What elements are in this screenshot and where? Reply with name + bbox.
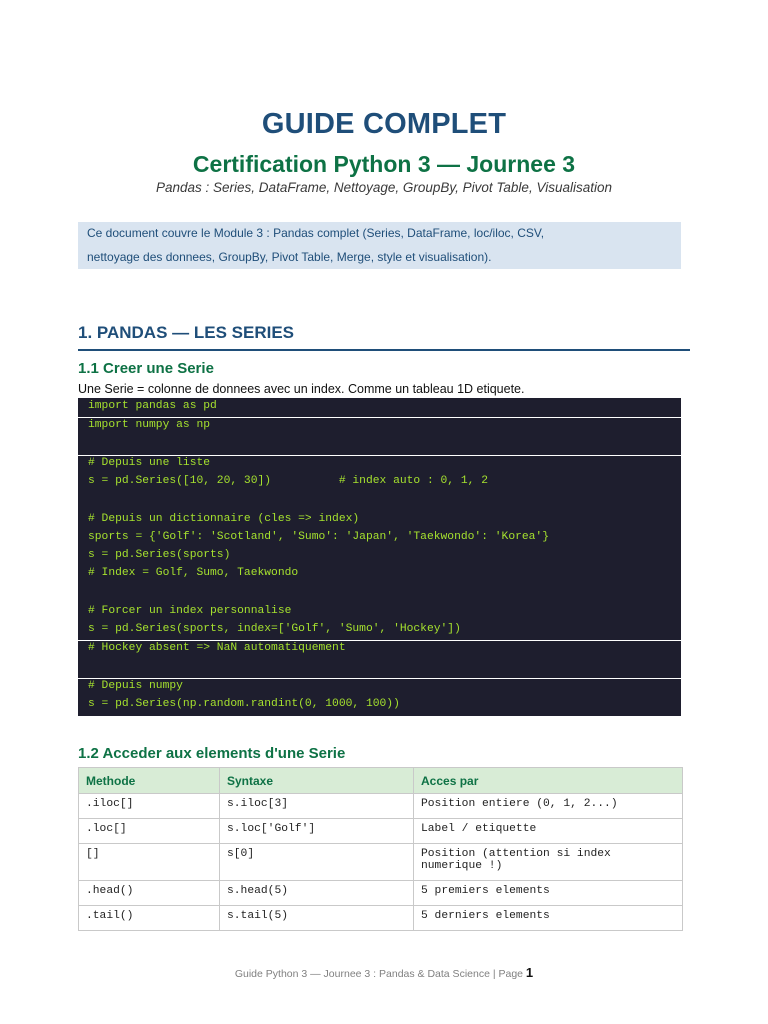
table-header-cell: Methode — [78, 767, 220, 794]
table-header-row: Methode Syntaxe Acces par — [78, 767, 683, 794]
table-row: .tail() s.tail(5) 5 derniers elements — [78, 905, 683, 931]
table-row: .loc[] s.loc['Golf'] Label / etiquette — [78, 818, 683, 844]
code-line: s = pd.Series(sports) — [88, 549, 231, 561]
code-line: import pandas as pd — [88, 400, 217, 412]
table-cell: 5 derniers elements — [413, 905, 683, 931]
table-cell: Label / etiquette — [413, 818, 683, 844]
code-line: # Hockey absent => NaN automatiquement — [88, 642, 346, 654]
code-line: # Depuis une liste — [88, 457, 211, 469]
table-cell: Position (attention si index numerique !… — [413, 843, 683, 881]
table-header-cell: Syntaxe — [219, 767, 414, 794]
table-cell: .tail() — [78, 905, 220, 931]
table-row: [] s[0] Position (attention si index num… — [78, 843, 683, 881]
code-line: import numpy as np — [88, 419, 211, 431]
code-line: # Depuis numpy — [88, 680, 183, 692]
document-title: GUIDE COMPLET — [261, 108, 507, 140]
table-cell: Position entiere (0, 1, 2...) — [413, 793, 683, 819]
page-number: 1 — [525, 965, 534, 980]
section-1-2-heading: 1.2 Acceder aux elements d'une Serie — [78, 745, 346, 762]
table-cell: s.head(5) — [219, 880, 414, 906]
code-line: s = pd.Series(sports, index=['Golf', 'Su… — [88, 623, 461, 635]
document-page: GUIDE COMPLET Certification Python 3 — J… — [0, 0, 768, 1024]
code-line: s = pd.Series(np.random.randint(0, 1000,… — [88, 698, 400, 710]
document-subtitle: Certification Python 3 — Journee 3 — [192, 151, 576, 177]
table-header-cell: Acces par — [413, 767, 683, 794]
intro-line-1: Ce document couvre le Module 3 : Pandas … — [87, 226, 545, 240]
methods-table: Methode Syntaxe Acces par .iloc[] s.iloc… — [78, 767, 683, 931]
table-cell: [] — [78, 843, 220, 881]
section-1-1-heading: 1.1 Creer une Serie — [78, 360, 214, 377]
code-separator — [78, 455, 681, 456]
table-cell: .head() — [78, 880, 220, 906]
code-line: sports = {'Golf': 'Scotland', 'Sumo': 'J… — [88, 531, 549, 543]
code-line: # Depuis un dictionnaire (cles => index) — [88, 513, 360, 525]
page-footer: Guide Python 3 — Journee 3 : Pandas & Da… — [0, 965, 768, 980]
code-line: # Index = Golf, Sumo, Taekwondo — [88, 567, 299, 579]
footer-text: Guide Python 3 — Journee 3 : Pandas & Da… — [234, 968, 523, 980]
document-tagline: Pandas : Series, DataFrame, Nettoyage, G… — [156, 180, 612, 195]
intro-box: Ce document couvre le Module 3 : Pandas … — [78, 222, 681, 269]
code-separator — [78, 417, 681, 418]
table-cell: s[0] — [219, 843, 414, 881]
table-cell: 5 premiers elements — [413, 880, 683, 906]
table-cell: s.iloc[3] — [219, 793, 414, 819]
intro-line-2: nettoyage des donnees, GroupBy, Pivot Ta… — [87, 250, 492, 264]
table-cell: .iloc[] — [78, 793, 220, 819]
table-row: .iloc[] s.iloc[3] Position entiere (0, 1… — [78, 793, 683, 819]
table-cell: .loc[] — [78, 818, 220, 844]
table-cell: s.tail(5) — [219, 905, 414, 931]
code-line: # Forcer un index personnalise — [88, 605, 292, 617]
table-row: .head() s.head(5) 5 premiers elements — [78, 880, 683, 906]
table-cell: s.loc['Golf'] — [219, 818, 414, 844]
section-1-1-text: Une Serie = colonne de donnees avec un i… — [78, 382, 525, 396]
code-line: s = pd.Series([10, 20, 30]) # index auto… — [88, 475, 488, 487]
code-separator — [78, 678, 681, 679]
code-separator — [78, 640, 681, 641]
section-1-heading: 1. PANDAS — LES SERIES — [78, 323, 690, 351]
